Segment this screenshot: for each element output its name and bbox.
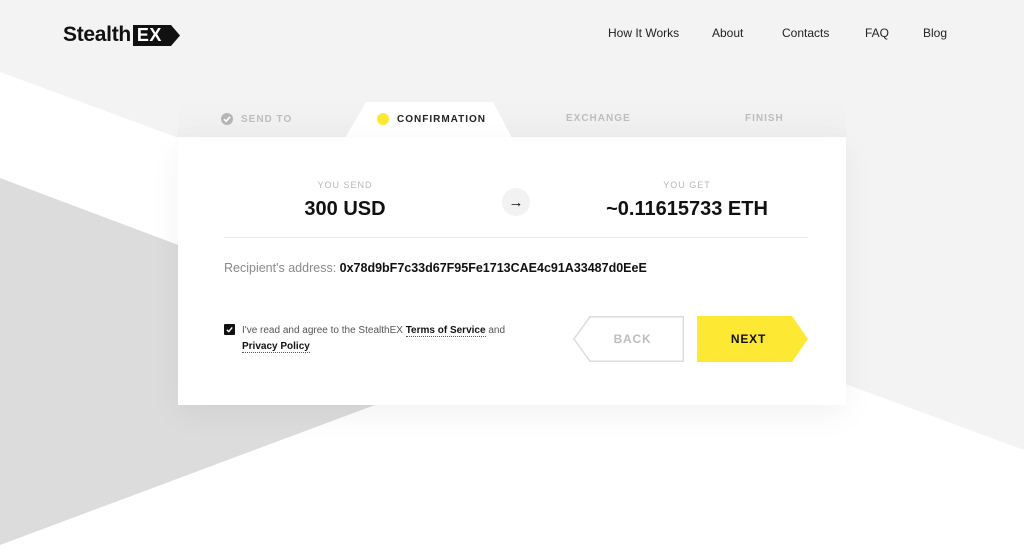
recipient-address: 0x78d9bF7c33d67F95Fe1713CAE4c91A33487d0E… — [339, 261, 647, 275]
get-amount: ~0.11615733 ETH — [606, 198, 768, 220]
nav-faq[interactable]: FAQ — [865, 26, 889, 40]
nav-contacts[interactable]: Contacts — [782, 26, 829, 40]
agree-checkbox[interactable] — [224, 324, 235, 335]
step-label: EXCHANGE — [566, 113, 631, 124]
back-button[interactable]: BACK — [573, 316, 684, 362]
nav-blog[interactable]: Blog — [923, 26, 947, 40]
arrow-right-icon: → — [502, 188, 530, 216]
logo-ex-text: EX — [136, 24, 162, 45]
step-finish: FINISH — [745, 113, 784, 124]
step-label: CONFIRMATION — [397, 113, 487, 125]
yellow-dot-icon — [377, 113, 389, 125]
step-exchange: EXCHANGE — [566, 113, 631, 124]
divider — [224, 237, 808, 238]
agreement-and: and — [485, 325, 506, 336]
privacy-policy-link[interactable]: Privacy Policy — [242, 341, 310, 353]
send-amount: 300 USD — [304, 198, 386, 220]
agreement-text: I've read and agree to the StealthEX Ter… — [242, 323, 532, 355]
nav-how-it-works[interactable]: How It Works — [608, 26, 679, 40]
you-get-label: YOU GET — [663, 180, 711, 190]
next-button-label: NEXT — [730, 332, 767, 346]
agreement-prefix: I've read and agree to the StealthEX — [242, 325, 406, 336]
recipient-label: Recipient's address: — [224, 261, 337, 275]
step-label: FINISH — [745, 113, 784, 124]
step-confirmation: CONFIRMATION — [377, 113, 486, 125]
logo-ex-badge: EX — [132, 24, 180, 46]
you-send-label: YOU SEND — [317, 180, 373, 190]
step-label: SEND TO — [241, 113, 293, 125]
stealthex-logo[interactable]: Stealth EX — [63, 22, 180, 48]
nav-about[interactable]: About — [712, 26, 743, 40]
recipient-address-row: Recipient's address: 0x78d9bF7c33d67F95F… — [224, 261, 647, 275]
checkmark-icon — [226, 326, 233, 333]
step-send-to: SEND TO — [221, 113, 292, 125]
logo-text: Stealth — [63, 23, 131, 46]
back-button-label: BACK — [613, 332, 652, 346]
terms-of-service-link[interactable]: Terms of Service — [405, 325, 486, 337]
check-circle-icon — [221, 113, 233, 125]
next-button[interactable]: NEXT — [697, 316, 808, 362]
